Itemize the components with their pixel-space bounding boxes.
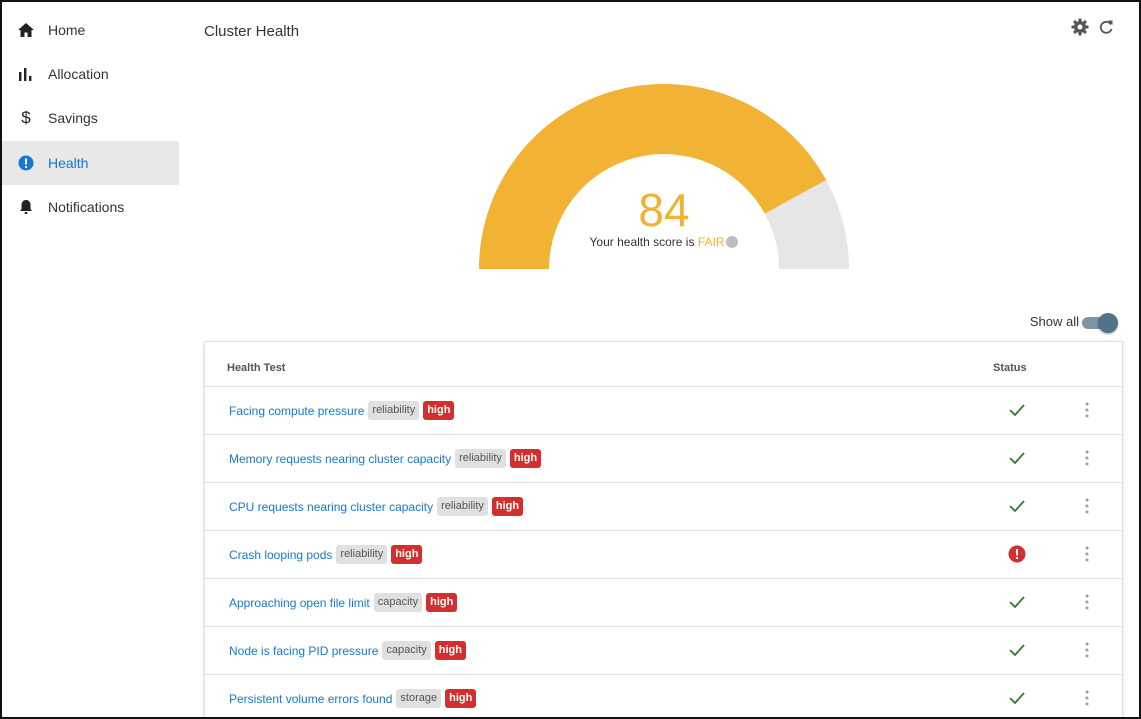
table-row: Memory requests nearing cluster capacity… [205, 434, 1122, 483]
sidebar-item-home[interactable]: Home [2, 8, 179, 52]
table-row: CPU requests nearing cluster capacity rel… [205, 482, 1122, 531]
health-score: 84 [638, 184, 690, 236]
health-test-table: Health Test Status Facing compute pressu… [204, 341, 1123, 717]
severity-tag: high [434, 641, 466, 660]
test-cell: Node is facing PID pressure capacity high [229, 641, 466, 660]
more-options-icon[interactable] [1079, 590, 1095, 614]
check-icon [1006, 687, 1028, 709]
health-test-link[interactable]: Persistent volume errors found [229, 692, 392, 706]
table-row: Node is facing PID pressure capacity high [205, 626, 1122, 675]
more-options-icon[interactable] [1079, 686, 1095, 710]
table-row: Approaching open file limit capacity high [205, 578, 1122, 627]
sidebar-item-label: Savings [48, 110, 98, 126]
score-message-prefix: Your health score is [589, 235, 698, 249]
sidebar-item-allocation[interactable]: Allocation [2, 52, 179, 96]
more-options-icon[interactable] [1079, 638, 1095, 662]
dollar-icon: $ [21, 108, 31, 127]
column-header-health-test: Health Test [227, 362, 286, 374]
bar-chart-icon [16, 64, 36, 84]
score-block: 84 Your health score is FAIR [472, 187, 856, 249]
app-window: Home Allocation $ Savings Health Notific… [0, 0, 1141, 719]
check-icon [1006, 495, 1028, 517]
column-header-status: Status [993, 362, 1027, 374]
table-row: Crash looping pods reliability high [205, 530, 1122, 579]
category-tag: reliability [455, 449, 506, 468]
gear-icon[interactable] [1071, 18, 1091, 38]
info-icon[interactable] [726, 236, 739, 248]
table-row: Facing compute pressure reliability high [205, 386, 1122, 435]
health-test-link[interactable]: Facing compute pressure [229, 404, 364, 418]
test-cell: Approaching open file limit capacity high [229, 593, 458, 612]
sidebar-item-label: Notifications [48, 199, 125, 215]
test-cell: Persistent volume errors found storage hig… [229, 689, 477, 708]
check-icon [1006, 399, 1028, 421]
table-row: Persistent volume errors found storage hig… [205, 674, 1122, 717]
more-options-icon[interactable] [1079, 542, 1095, 566]
health-test-link[interactable]: Node is facing PID pressure [229, 644, 378, 658]
severity-tag: high [423, 401, 455, 420]
category-tag: reliability [336, 545, 388, 564]
test-cell: CPU requests nearing cluster capacity rel… [229, 497, 524, 516]
sidebar-item-savings[interactable]: $ Savings [2, 96, 179, 140]
more-options-icon[interactable] [1079, 398, 1095, 422]
page-title: Cluster Health [204, 23, 300, 40]
health-test-link[interactable]: CPU requests nearing cluster capacity [229, 500, 433, 514]
severity-tag: high [391, 545, 423, 564]
category-tag: storage [396, 689, 442, 708]
alert-circle-icon [16, 153, 36, 173]
table-header: Health Test Status [205, 342, 1122, 387]
toggle-knob [1098, 313, 1118, 333]
severity-tag: high [509, 449, 542, 468]
show-all-label: Show all [1029, 314, 1079, 329]
sidebar-item-label: Allocation [48, 66, 109, 82]
error-icon [1006, 543, 1028, 565]
refresh-icon[interactable] [1098, 18, 1118, 38]
sidebar-item-health[interactable]: Health [2, 141, 179, 185]
severity-tag: high [445, 689, 477, 708]
bell-icon [16, 197, 36, 217]
category-tag: reliability [437, 497, 488, 516]
show-all-toggle[interactable] [1082, 313, 1118, 333]
check-icon [1006, 591, 1028, 613]
home-icon [16, 20, 36, 40]
sidebar-item-label: Home [48, 22, 86, 38]
sidebar: Home Allocation $ Savings Health Notific… [2, 2, 179, 717]
severity-tag: high [491, 497, 524, 516]
more-options-icon[interactable] [1079, 494, 1095, 518]
check-icon [1006, 447, 1028, 469]
check-icon [1006, 639, 1028, 661]
health-test-link[interactable]: Crash looping pods [229, 548, 332, 562]
category-tag: capacity [382, 641, 431, 660]
test-cell: Crash looping pods reliability high [229, 545, 423, 564]
health-test-link[interactable]: Memory requests nearing cluster capacity [229, 452, 451, 466]
health-level: FAIR [697, 235, 725, 249]
sidebar-item-notifications[interactable]: Notifications [2, 185, 179, 229]
category-tag: capacity [373, 593, 423, 612]
sidebar-item-label: Health [48, 155, 89, 171]
test-cell: Facing compute pressure reliability high [229, 401, 455, 420]
test-cell: Memory requests nearing cluster capacity… [229, 449, 542, 468]
health-test-link[interactable]: Approaching open file limit [229, 596, 370, 610]
category-tag: reliability [368, 401, 420, 420]
severity-tag: high [426, 593, 458, 612]
health-score-message: Your health score is FAIR [472, 235, 856, 249]
more-options-icon[interactable] [1079, 446, 1095, 470]
